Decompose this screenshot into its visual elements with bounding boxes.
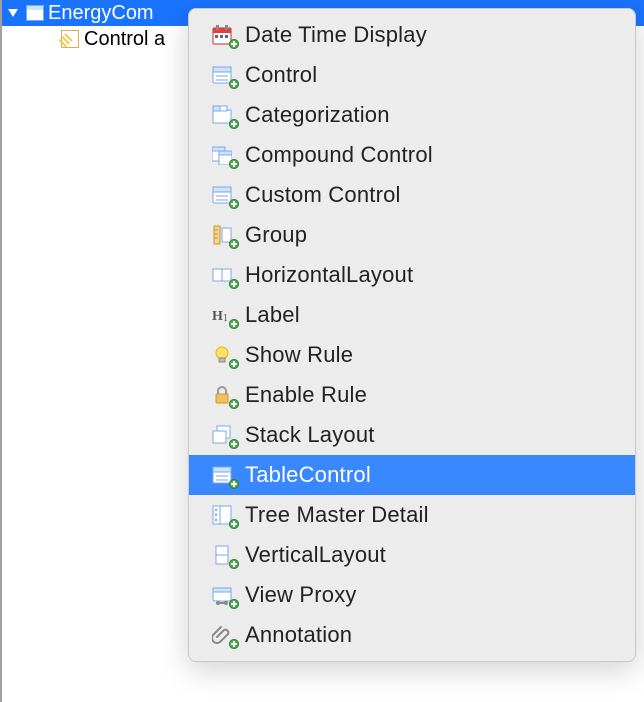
add-badge-icon xyxy=(229,159,239,169)
annotation-icon xyxy=(207,623,237,647)
menu-item-compound-control[interactable]: Compound Control xyxy=(189,135,635,175)
add-badge-icon xyxy=(229,519,239,529)
menu-item-group[interactable]: Group xyxy=(189,215,635,255)
stack-layout-icon xyxy=(207,423,237,447)
add-badge-icon xyxy=(229,479,239,489)
edit-icon xyxy=(58,30,82,48)
enable-rule-icon xyxy=(207,383,237,407)
add-badge-icon xyxy=(229,279,239,289)
menu-item-annotation[interactable]: Annotation xyxy=(189,615,635,655)
add-badge-icon xyxy=(229,319,239,329)
menu-item-label: Compound Control xyxy=(245,142,433,168)
menu-item-horizontallayout[interactable]: HorizontalLayout xyxy=(189,255,635,295)
menu-item-label: Control xyxy=(245,62,317,88)
menu-item-label: Group xyxy=(245,222,307,248)
menu-item-label: Show Rule xyxy=(245,342,353,368)
menu-item-tree-master-detail[interactable]: Tree Master Detail xyxy=(189,495,635,535)
menu-item-label: Date Time Display xyxy=(245,22,427,48)
add-badge-icon xyxy=(229,79,239,89)
add-badge-icon xyxy=(229,359,239,369)
add-badge-icon xyxy=(229,559,239,569)
menu-item-stack-layout[interactable]: Stack Layout xyxy=(189,415,635,455)
compound-control-icon xyxy=(207,143,237,167)
menu-item-tablecontrol[interactable]: TableControl xyxy=(189,455,635,495)
add-badge-icon xyxy=(229,39,239,49)
add-badge-icon xyxy=(229,199,239,209)
control-icon xyxy=(207,63,237,87)
menu-item-enable-rule[interactable]: Enable Rule xyxy=(189,375,635,415)
custom-control-icon xyxy=(207,183,237,207)
menu-item-show-rule[interactable]: Show Rule xyxy=(189,335,635,375)
menu-item-label: Label xyxy=(245,302,300,328)
menu-item-label: TableControl xyxy=(245,462,371,488)
context-menu: Date Time Display Control Categorization Co… xyxy=(188,8,636,662)
vertical-layout-icon xyxy=(207,543,237,567)
menu-item-date-time-display[interactable]: Date Time Display xyxy=(189,15,635,55)
date-time-display-icon xyxy=(207,23,237,47)
menu-item-view-proxy[interactable]: View Proxy xyxy=(189,575,635,615)
menu-item-label: Categorization xyxy=(245,102,390,128)
menu-item-label: Stack Layout xyxy=(245,422,375,448)
menu-item-custom-control[interactable]: Custom Control xyxy=(189,175,635,215)
tree-master-detail-icon xyxy=(207,503,237,527)
form-icon xyxy=(24,5,46,21)
menu-item-label: HorizontalLayout xyxy=(245,262,413,288)
menu-item-verticallayout[interactable]: VerticalLayout xyxy=(189,535,635,575)
disclosure-triangle-icon[interactable] xyxy=(2,7,24,19)
add-badge-icon xyxy=(229,239,239,249)
tree-root-label: EnergyCom xyxy=(46,2,154,25)
table-control-icon xyxy=(207,463,237,487)
show-rule-icon xyxy=(207,343,237,367)
group-icon xyxy=(207,223,237,247)
add-badge-icon xyxy=(229,599,239,609)
add-badge-icon xyxy=(229,439,239,449)
add-badge-icon xyxy=(229,639,239,649)
menu-item-label: View Proxy xyxy=(245,582,357,608)
menu-item-label: VerticalLayout xyxy=(245,542,386,568)
menu-item-label[interactable]: Label xyxy=(189,295,635,335)
menu-item-categorization[interactable]: Categorization xyxy=(189,95,635,135)
categorization-icon xyxy=(207,103,237,127)
menu-item-label: Enable Rule xyxy=(245,382,367,408)
label-icon xyxy=(207,303,237,327)
horizontal-layout-icon xyxy=(207,263,237,287)
add-badge-icon xyxy=(229,119,239,129)
add-badge-icon xyxy=(229,399,239,409)
menu-item-label: Tree Master Detail xyxy=(245,502,429,528)
menu-item-label: Annotation xyxy=(245,622,352,648)
tree-child-label: Control a xyxy=(82,28,165,51)
menu-item-control[interactable]: Control xyxy=(189,55,635,95)
view-proxy-icon xyxy=(207,583,237,607)
menu-item-label: Custom Control xyxy=(245,182,401,208)
